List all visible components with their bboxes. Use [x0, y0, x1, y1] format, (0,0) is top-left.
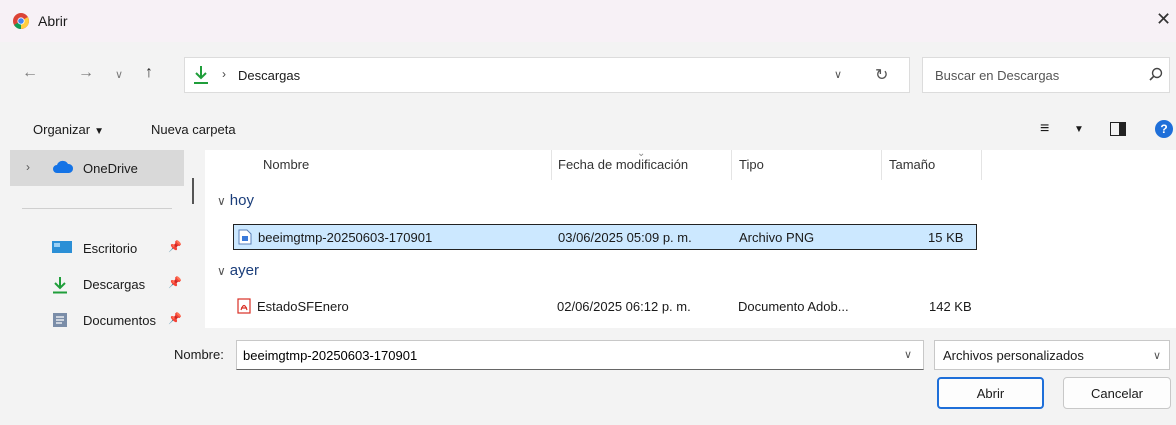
file-size: 15 KB — [928, 230, 964, 245]
view-caret-down-icon[interactable]: ▼ — [1074, 124, 1084, 135]
refresh-icon[interactable]: ↻ — [875, 65, 888, 85]
sidebar-item-label: Documentos — [83, 313, 156, 328]
file-size: 142 KB — [929, 299, 972, 314]
address-bar[interactable]: › Descargas ∨ ↻ — [184, 57, 910, 93]
window-title: Abrir — [38, 13, 68, 29]
title-bar: Abrir ✕ — [0, 0, 1176, 42]
documents-icon — [53, 313, 67, 327]
pdf-file-icon — [237, 298, 251, 314]
pin-icon[interactable]: 📌 — [168, 312, 182, 325]
sidebar-item-escritorio[interactable]: Escritorio 📌 — [10, 230, 184, 266]
group-header-ayer[interactable]: ∨ ayer — [217, 262, 259, 279]
expand-chevron-icon[interactable]: › — [26, 160, 30, 174]
file-type: Documento Adob... — [738, 299, 849, 314]
recent-locations-chevron-icon[interactable]: ∨ — [115, 68, 123, 81]
search-icon — [1149, 67, 1163, 81]
sidebar-item-label: OneDrive — [83, 161, 138, 176]
file-type-value: Archivos personalizados — [943, 348, 1084, 363]
preview-pane-icon[interactable] — [1110, 122, 1126, 136]
dialog-footer: Nombre: ∨ Archivos personalizados ∨ Abri… — [0, 328, 1176, 425]
organize-label: Organizar — [33, 122, 91, 137]
file-type-select[interactable]: Archivos personalizados ∨ — [934, 340, 1170, 370]
sidebar-item-onedrive[interactable]: › OneDrive — [10, 150, 184, 186]
view-list-icon[interactable]: ≡ — [1040, 120, 1049, 138]
caret-down-icon: ▼ — [94, 126, 104, 137]
cancel-button[interactable]: Cancelar — [1063, 377, 1171, 409]
close-icon[interactable]: ✕ — [1156, 9, 1171, 30]
collapse-chevron-icon: ∨ — [217, 194, 226, 208]
desktop-icon — [52, 241, 72, 253]
cloud-icon — [53, 160, 74, 173]
up-arrow-icon[interactable]: ↑ — [145, 64, 153, 82]
file-name: EstadoSFEnero — [257, 299, 349, 314]
sidebar-item-descargas[interactable]: Descargas 📌 — [10, 266, 184, 302]
file-modified: 03/06/2025 05:09 p. m. — [558, 230, 692, 245]
file-type: Archivo PNG — [739, 230, 815, 245]
sidebar-item-documentos[interactable]: Documentos 📌 — [10, 302, 184, 328]
group-header-hoy[interactable]: ∨ hoy — [217, 192, 254, 209]
group-label: ayer — [229, 262, 259, 279]
command-bar: Organizar ▼ Nueva carpeta ≡ ▼ ? — [0, 108, 1176, 150]
table-row[interactable]: EstadoSFEnero 02/06/2025 06:12 p. m. Doc… — [233, 294, 977, 320]
sidebar-item-label: Escritorio — [83, 241, 138, 256]
file-name-dropdown-icon[interactable]: ∨ — [904, 348, 912, 361]
chrome-icon — [13, 13, 29, 29]
column-header-name[interactable]: Nombre — [263, 157, 309, 172]
sidebar-item-label: Descargas — [83, 277, 146, 292]
navigation-pane: › OneDrive Escritorio 📌 Descargas 📌 Docu… — [0, 150, 198, 328]
column-divider[interactable] — [551, 150, 552, 180]
help-icon[interactable]: ? — [1155, 120, 1173, 138]
breadcrumb-descargas[interactable]: Descargas — [238, 68, 300, 83]
column-divider[interactable] — [881, 150, 882, 180]
search-placeholder: Buscar en Descargas — [935, 68, 1060, 83]
column-header-modified[interactable]: Fecha de modificación — [558, 157, 688, 172]
download-icon — [194, 66, 208, 84]
pin-icon[interactable]: 📌 — [168, 240, 182, 253]
address-dropdown-icon[interactable]: ∨ — [834, 68, 842, 81]
organize-menu-button[interactable]: Organizar ▼ — [33, 122, 104, 137]
image-file-icon — [238, 229, 252, 245]
pin-icon[interactable]: 📌 — [168, 276, 182, 289]
column-divider[interactable] — [731, 150, 732, 180]
column-header-size[interactable]: Tamaño — [889, 157, 935, 172]
column-divider[interactable] — [981, 150, 982, 180]
forward-arrow-icon[interactable]: → — [78, 64, 94, 82]
breadcrumb-separator-icon: › — [222, 67, 226, 81]
back-arrow-icon[interactable]: ← — [22, 64, 38, 82]
file-modified: 02/06/2025 06:12 p. m. — [557, 299, 691, 314]
file-list: Nombre ⌄ Fecha de modificación Tipo Tama… — [205, 150, 1176, 328]
search-box[interactable]: Buscar en Descargas — [922, 57, 1170, 93]
column-header-type[interactable]: Tipo — [739, 157, 764, 172]
file-name: beeimgtmp-20250603-170901 — [258, 230, 433, 245]
sidebar-scrollbar[interactable] — [192, 178, 194, 204]
file-name-input[interactable] — [236, 340, 924, 370]
open-button[interactable]: Abrir — [937, 377, 1044, 409]
sidebar-divider — [22, 208, 172, 209]
collapse-chevron-icon: ∨ — [217, 264, 226, 278]
chevron-down-icon: ∨ — [1153, 350, 1162, 362]
new-folder-button[interactable]: Nueva carpeta — [151, 122, 236, 137]
table-row[interactable]: beeimgtmp-20250603-170901 03/06/2025 05:… — [233, 224, 977, 250]
navigation-bar: ← → ∨ ↑ › Descargas ∨ ↻ Buscar en Descar… — [0, 42, 1176, 108]
file-name-label: Nombre: — [174, 347, 224, 362]
group-label: hoy — [229, 192, 254, 209]
download-icon — [53, 277, 67, 294]
